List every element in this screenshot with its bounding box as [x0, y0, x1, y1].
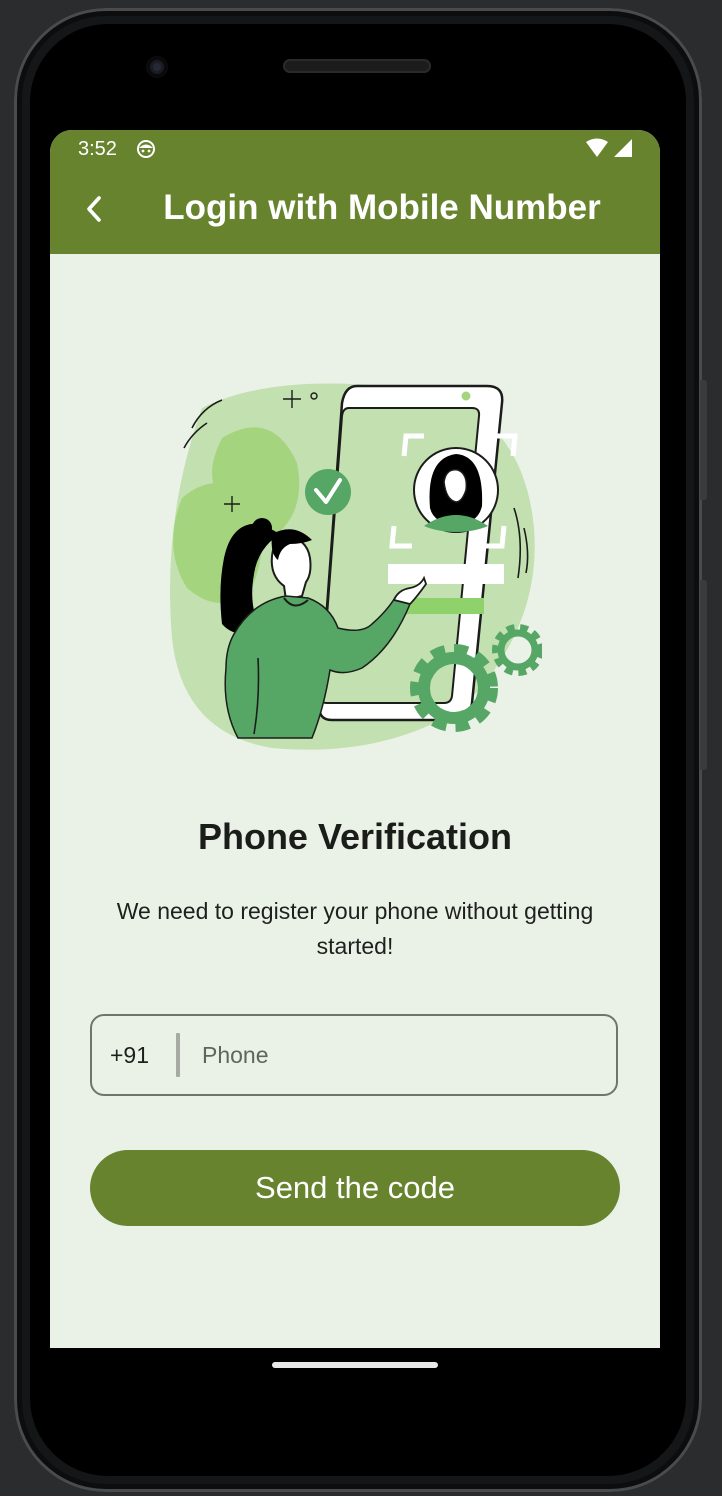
- app-screen: 3:52 Login with Mobile Number Phone Veri…: [50, 130, 660, 1348]
- status-icons: [586, 138, 632, 157]
- front-camera: [146, 56, 168, 78]
- signal-icon: [614, 139, 632, 157]
- home-indicator[interactable]: [272, 1362, 438, 1368]
- phone-verification-illustration: [170, 383, 542, 750]
- android-face-icon: [137, 140, 155, 158]
- page-heading: Phone Verification: [197, 816, 513, 857]
- status-time: 3:52: [78, 138, 117, 160]
- form-bar-white: [388, 564, 504, 584]
- earpiece-speaker: [283, 59, 431, 73]
- phone-field[interactable]: +91: [90, 1014, 618, 1096]
- country-code[interactable]: +91: [110, 1042, 160, 1069]
- volume-button: [700, 380, 707, 500]
- send-code-button[interactable]: Send the code: [90, 1150, 620, 1226]
- check-badge: [305, 469, 351, 515]
- field-divider: [176, 1033, 180, 1077]
- phone-input[interactable]: [200, 1040, 564, 1070]
- page-subtext: We need to register your phone without g…: [116, 898, 594, 959]
- power-button: [700, 580, 707, 770]
- app-bar: 3:52 Login with Mobile Number: [50, 130, 660, 254]
- gear-small-icon: [492, 624, 542, 676]
- wifi-icon: [586, 138, 608, 157]
- app-title: Login with Mobile Number: [163, 188, 601, 227]
